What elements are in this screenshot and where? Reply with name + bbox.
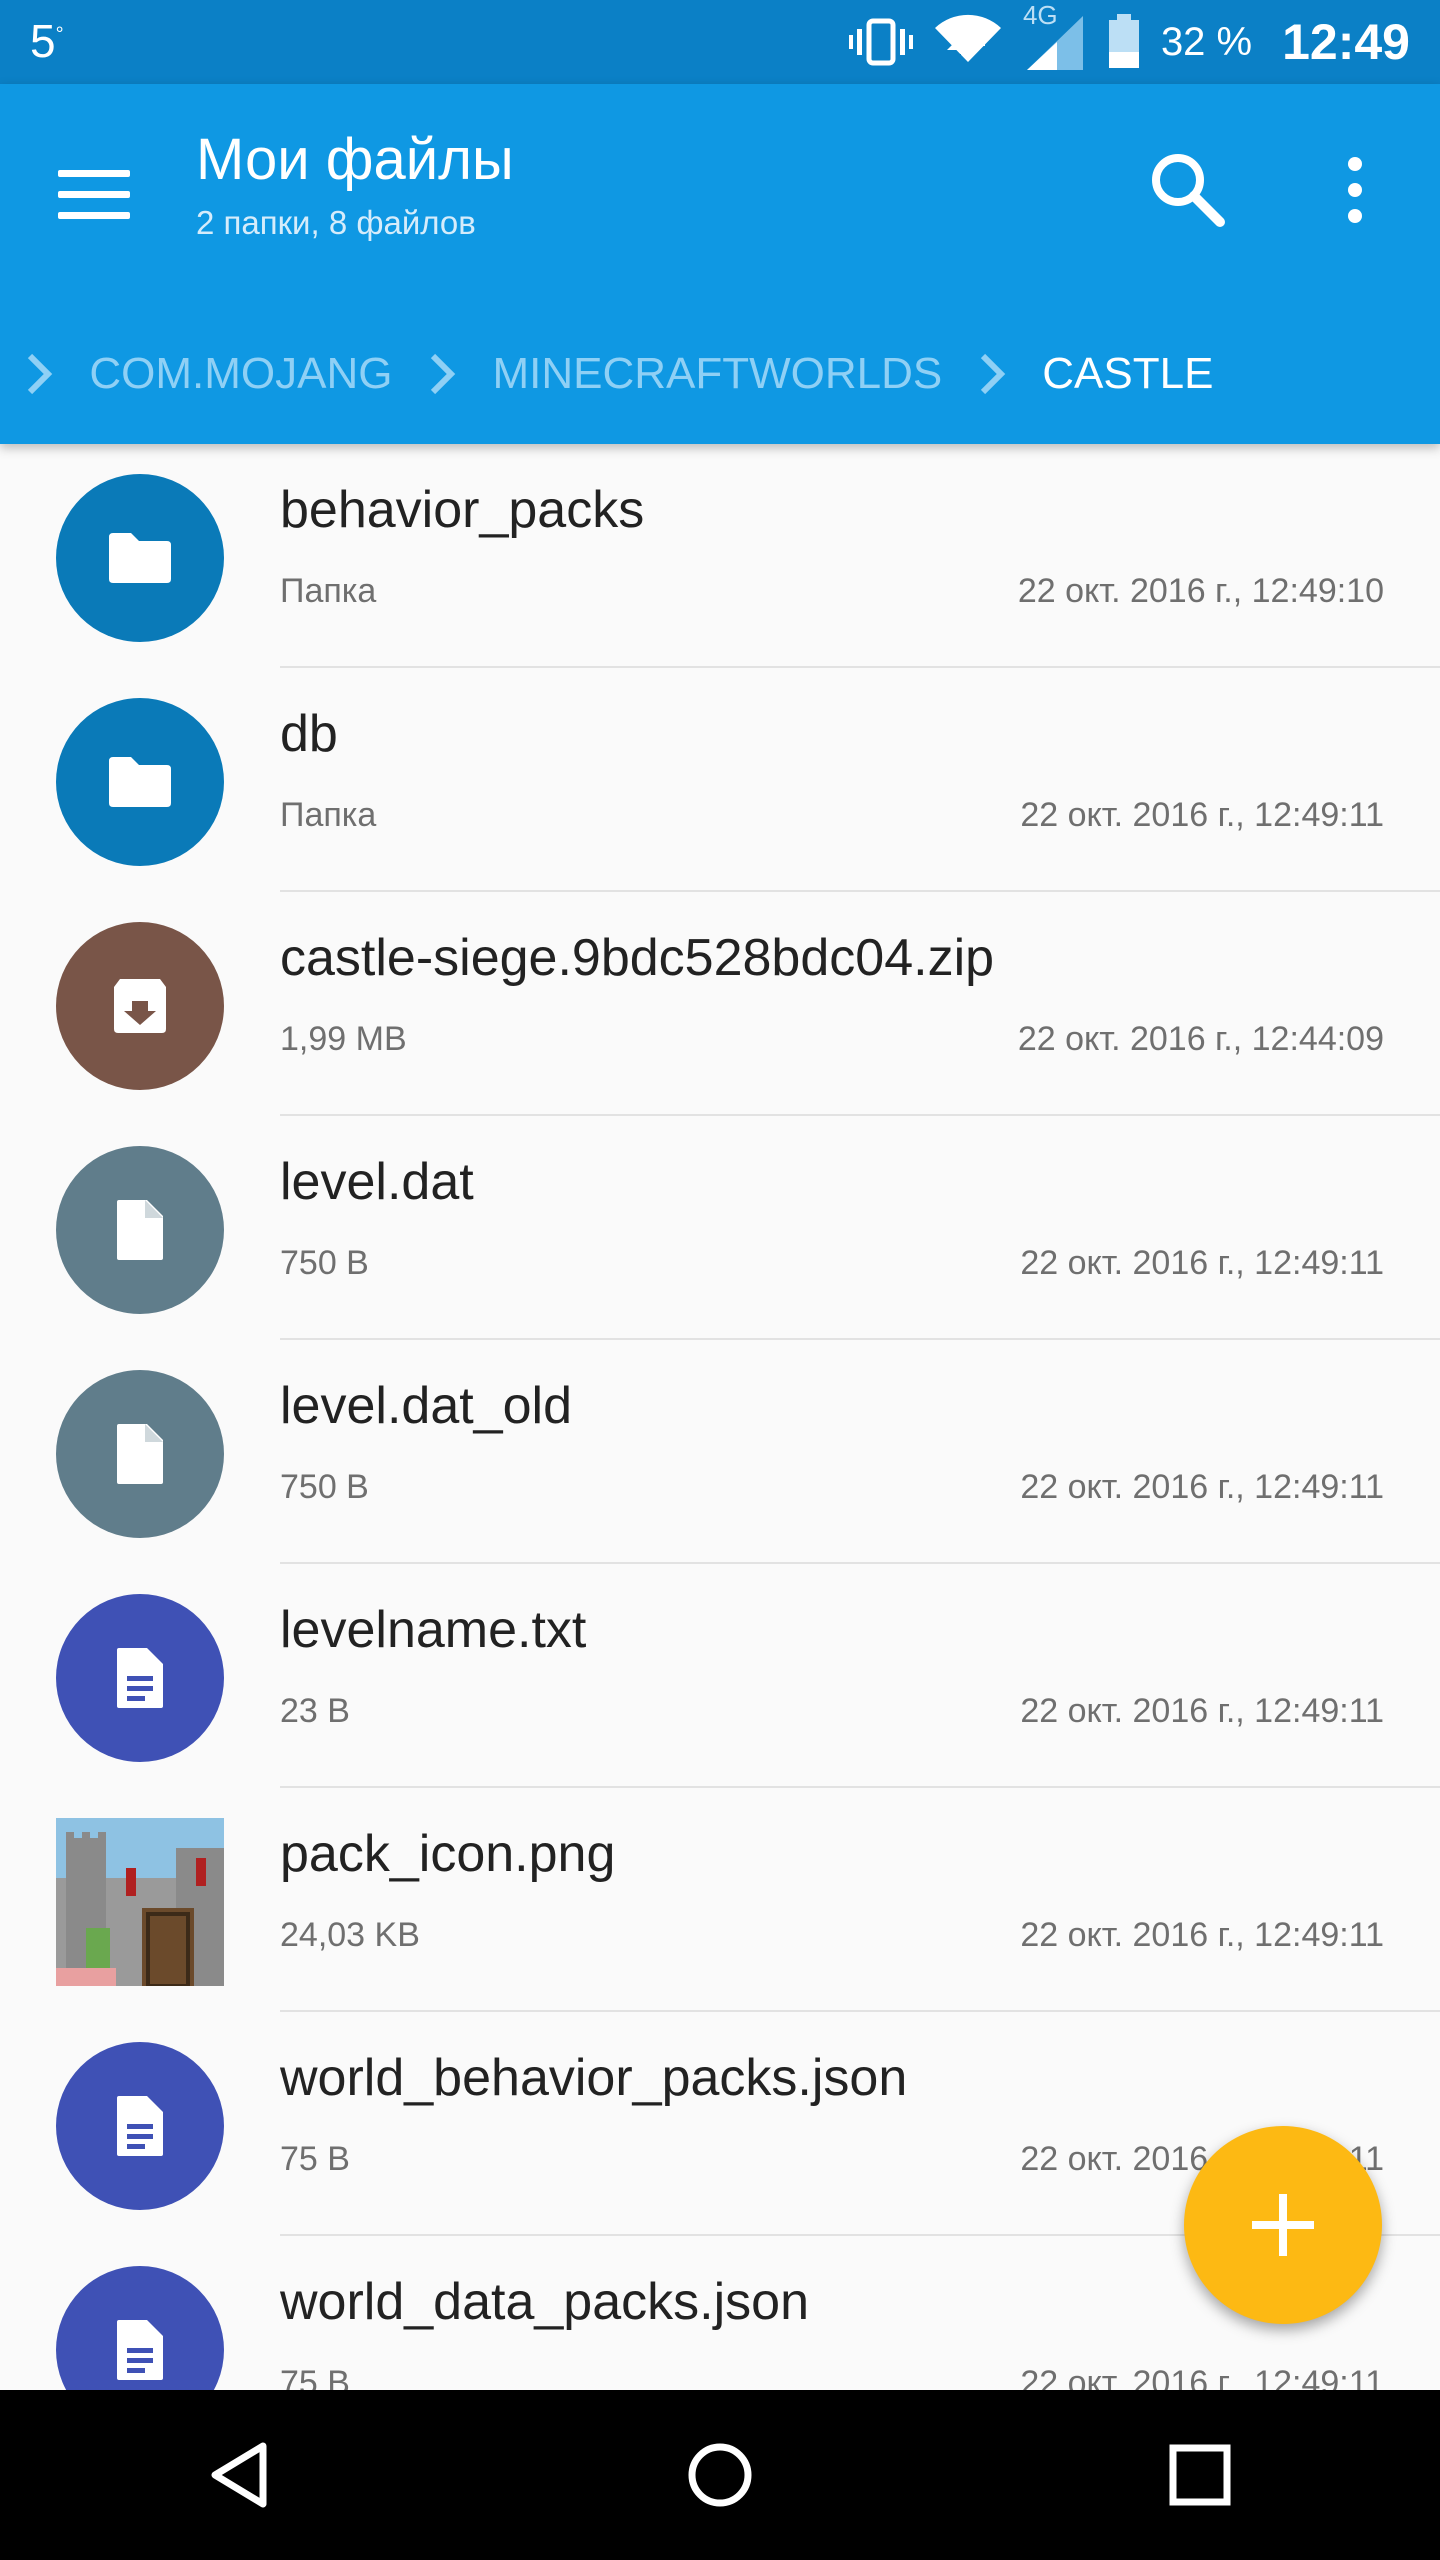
clock: 12:49 <box>1282 14 1410 70</box>
weather-temperature: 5° <box>30 15 64 67</box>
file-icon <box>56 1146 224 1314</box>
file-name: levelname.txt <box>280 1601 587 1659</box>
file-date: 22 окт. 2016 г., 12:49:11 <box>1020 1244 1384 1282</box>
list-item[interactable]: pack_icon.png 24,03 KB 22 окт. 2016 г., … <box>0 1788 1440 2012</box>
file-size: 750 B <box>280 1244 369 1282</box>
text-document-icon <box>56 2042 224 2210</box>
image-thumbnail <box>56 1818 224 1988</box>
file-date: 22 окт. 2016 г., 12:49:10 <box>1017 572 1384 610</box>
file-name: pack_icon.png <box>280 1825 616 1883</box>
battery-icon <box>1107 14 1141 70</box>
file-size: 1,99 MB <box>280 1020 407 1058</box>
list-item[interactable]: level.dat 750 B 22 окт. 2016 г., 12:49:1… <box>0 1116 1440 1340</box>
search-button[interactable] <box>1140 142 1236 238</box>
file-size: 750 B <box>280 1468 369 1506</box>
file-name: level.dat <box>280 1153 474 1211</box>
hamburger-icon-line <box>58 211 130 219</box>
battery-percentage: 32 % <box>1160 19 1253 64</box>
breadcrumb-item[interactable]: MINECRAFTWORLDS <box>492 349 942 399</box>
vibrate-icon <box>848 17 913 67</box>
file-list: behavior_packs Папка 22 окт. 2016 г., 12… <box>0 444 1440 2390</box>
app-bar: Мои файлы 2 папки, 8 файлов S COM.MOJANG… <box>0 84 1440 444</box>
file-size: Папка <box>280 572 377 610</box>
page-subtitle: 2 папки, 8 файлов <box>196 204 476 241</box>
file-size: 23 B <box>280 1692 350 1730</box>
file-date: 22 окт. 2016 г., 12:49:11 <box>1020 1692 1384 1730</box>
recents-icon <box>1169 2444 1231 2506</box>
more-vert-icon-dot <box>1348 183 1362 197</box>
file-date: 22 окт. 2016 г., 12:49:11 <box>1020 1916 1384 1954</box>
menu-button[interactable] <box>58 154 138 234</box>
list-item[interactable]: db Папка 22 окт. 2016 г., 12:49:11 <box>0 668 1440 892</box>
overflow-menu-button[interactable] <box>1310 142 1400 238</box>
file-size: 75 B <box>280 2140 350 2178</box>
list-item[interactable]: levelname.txt 23 B 22 окт. 2016 г., 12:4… <box>0 1564 1440 1788</box>
home-button[interactable] <box>655 2410 785 2540</box>
back-icon <box>211 2442 267 2508</box>
text-document-icon <box>56 2266 224 2390</box>
file-date: 22 окт. 2016 г., 12:44:09 <box>1017 1020 1384 1058</box>
file-name: db <box>280 705 338 763</box>
home-icon <box>688 2443 752 2507</box>
file-date: 22 окт. 2016 г., 12:49:11 <box>1020 796 1384 834</box>
chevron-right-icon <box>942 352 1042 396</box>
plus-icon <box>1252 2194 1314 2256</box>
recents-button[interactable] <box>1135 2410 1265 2540</box>
folder-icon <box>56 698 224 866</box>
chevron-right-icon <box>392 352 492 396</box>
file-size: Папка <box>280 796 377 834</box>
list-item[interactable]: level.dat_old 750 B 22 окт. 2016 г., 12:… <box>0 1340 1440 1564</box>
more-vert-icon-dot <box>1348 209 1362 223</box>
search-icon <box>1152 154 1225 227</box>
file-name: level.dat_old <box>280 1377 572 1435</box>
file-icon <box>56 1370 224 1538</box>
hamburger-icon-line <box>58 169 130 177</box>
chevron-right-icon <box>0 352 89 396</box>
page-title: Мои файлы <box>196 127 514 192</box>
navigation-bar <box>0 2390 1440 2560</box>
network-4g-icon: 4G <box>1023 0 1087 72</box>
file-size: 75 B <box>280 2364 350 2390</box>
folder-icon <box>56 474 224 642</box>
status-bar: 5° 4G 32 % 12:49 <box>0 0 1440 84</box>
file-size: 24,03 KB <box>280 1916 420 1954</box>
add-button[interactable] <box>1184 2126 1382 2324</box>
hamburger-icon-line <box>58 190 130 198</box>
file-name: world_behavior_packs.json <box>280 2049 908 2107</box>
more-vert-icon-dot <box>1348 157 1362 171</box>
file-name: world_data_packs.json <box>280 2273 809 2331</box>
file-date: 22 окт. 2016 г., 12:49:11 <box>1020 2364 1384 2390</box>
text-document-icon <box>56 1594 224 1762</box>
breadcrumb: S COM.MOJANG MINECRAFTWORLDS CASTLE <box>0 334 1213 414</box>
file-name: castle-siege.9bdc528bdc04.zip <box>280 929 995 987</box>
breadcrumb-item-current[interactable]: CASTLE <box>1042 349 1213 399</box>
file-date: 22 окт. 2016 г., 12:49:11 <box>1020 1468 1384 1506</box>
back-button[interactable] <box>175 2410 305 2540</box>
list-item[interactable]: behavior_packs Папка 22 окт. 2016 г., 12… <box>0 444 1440 668</box>
file-name: behavior_packs <box>280 481 645 539</box>
list-item[interactable]: castle-siege.9bdc528bdc04.zip 1,99 MB 22… <box>0 892 1440 1116</box>
breadcrumb-item[interactable]: COM.MOJANG <box>89 349 392 399</box>
wifi-icon <box>933 14 1003 70</box>
archive-icon <box>56 922 224 1090</box>
